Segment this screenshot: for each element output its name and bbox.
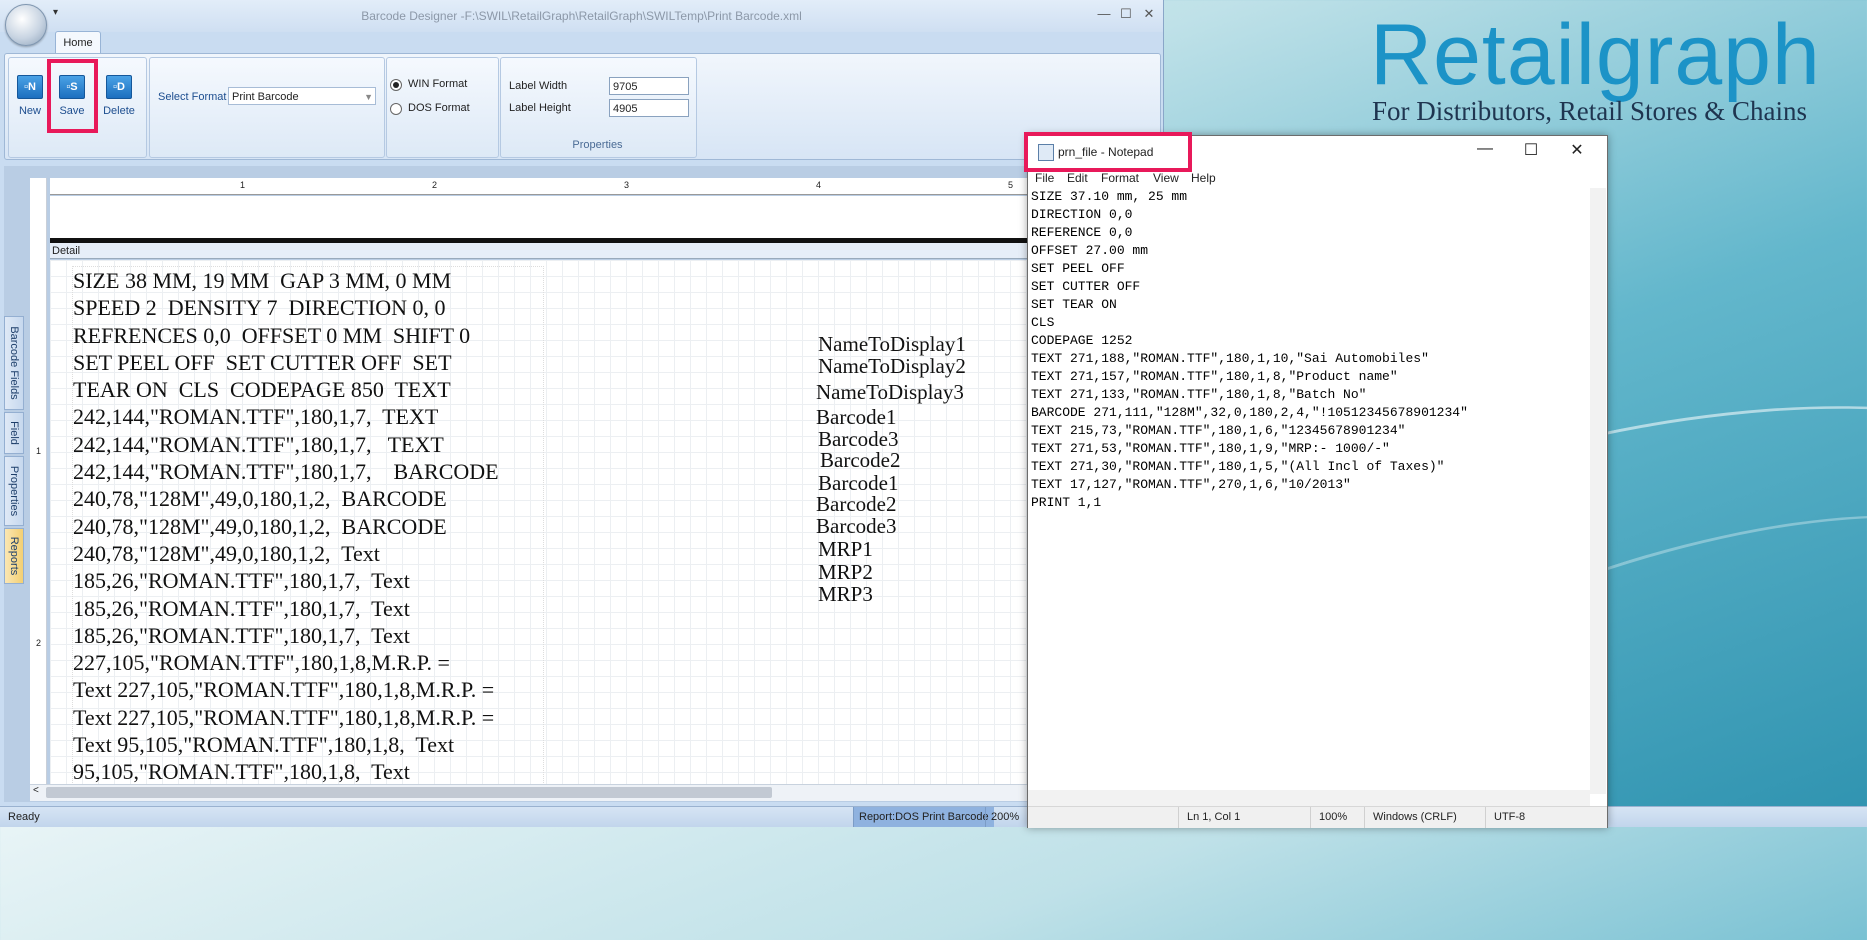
menu-view[interactable]: View — [1153, 171, 1179, 185]
quick-access-toolbar[interactable]: ▾ — [53, 7, 58, 18]
status-ready: Ready — [8, 811, 40, 823]
vruler-number: 2 — [36, 638, 42, 648]
notepad-vertical-scrollbar[interactable] — [1590, 188, 1606, 794]
chevron-down-icon: ▼ — [364, 92, 373, 102]
tab-properties[interactable]: Properties — [4, 456, 24, 526]
delete-icon: ▫D — [106, 75, 132, 99]
field-mrp-3[interactable]: MRP3 — [818, 582, 873, 607]
menu-help[interactable]: Help — [1191, 171, 1216, 185]
scrollbar-thumb[interactable] — [46, 787, 772, 798]
horizontal-scrollbar[interactable]: < — [30, 784, 1160, 801]
field-name-to-display-2[interactable]: NameToDisplay2 — [818, 354, 966, 379]
minimize-button[interactable]: — — [1093, 6, 1115, 21]
tab-barcode-fields[interactable]: Barcode Fields — [4, 316, 24, 410]
notepad-close-button[interactable]: ✕ — [1557, 140, 1597, 160]
detail-band-label[interactable]: Detail — [50, 243, 1160, 259]
win-format-label: WIN Format — [408, 78, 468, 90]
report-canvas[interactable]: SIZE 38 MM, 19 MM GAP 3 MM, 0 MM SPEED 2… — [50, 260, 1160, 784]
notepad-horizontal-scrollbar[interactable] — [1028, 790, 1590, 806]
properties-caption: Properties — [572, 139, 623, 151]
status-line-ending: Windows (CRLF) — [1364, 807, 1457, 828]
status-encoding: UTF-8 — [1485, 807, 1525, 828]
page-header-band — [50, 196, 1160, 245]
win-format-radio[interactable] — [390, 79, 402, 91]
new-icon: ▫N — [17, 75, 43, 99]
maximize-button[interactable]: ☐ — [1115, 6, 1137, 22]
title-bar: Barcode Designer -F:\SWIL\RetailGraph\Re… — [0, 0, 1163, 32]
tab-field[interactable]: Field — [4, 412, 24, 454]
ruler-number: 2 — [432, 180, 438, 190]
label-width-input[interactable]: 9705 — [609, 77, 689, 95]
horizontal-ruler: 1 2 3 4 5 — [50, 178, 1160, 195]
field-barcode-2[interactable]: Barcode2 — [820, 448, 900, 473]
label-width-label: Label Width — [509, 80, 568, 92]
select-format-value: Print Barcode — [232, 91, 299, 103]
ruler-number: 1 — [240, 180, 246, 190]
tab-reports[interactable]: Reports — [4, 528, 24, 584]
printer-command-textbox[interactable]: SIZE 38 MM, 19 MM GAP 3 MM, 0 MM SPEED 2… — [72, 266, 544, 784]
notepad-maximize-button[interactable]: ☐ — [1511, 140, 1551, 160]
menu-format[interactable]: Format — [1101, 171, 1139, 185]
menu-edit[interactable]: Edit — [1067, 171, 1088, 185]
status-report: Report:DOS Print Barcode — [853, 807, 994, 827]
barcode-designer-window: Barcode Designer -F:\SWIL\RetailGraph\Re… — [0, 0, 1164, 826]
scroll-left-icon[interactable]: < — [33, 785, 39, 796]
notepad-minimize-button[interactable]: — — [1465, 140, 1505, 158]
vruler-number: 1 — [36, 446, 42, 456]
status-cursor-position: Ln 1, Col 1 — [1178, 807, 1240, 828]
status-notepad-zoom: 100% — [1310, 807, 1347, 828]
delete-label: Delete — [103, 105, 135, 117]
format-group — [149, 57, 385, 158]
ruler-number: 5 — [1008, 180, 1014, 190]
delete-button[interactable]: ▫D Delete — [99, 72, 139, 117]
select-format-label: Select Format — [158, 91, 227, 103]
ruler-number: 3 — [624, 180, 630, 190]
notepad-status-bar: Ln 1, Col 1 100% Windows (CRLF) UTF-8 — [1028, 806, 1607, 828]
notepad-window: prn_file - Notepad — ☐ ✕ File Edit Forma… — [1027, 135, 1608, 828]
select-format-dropdown[interactable]: Print Barcode ▼ — [228, 87, 376, 105]
dos-format-radio[interactable] — [390, 103, 402, 115]
dos-format-label: DOS Format — [408, 102, 470, 114]
notepad-text-area[interactable]: SIZE 37.10 mm, 25 mm DIRECTION 0,0 REFER… — [1031, 188, 1591, 788]
status-zoom: 200% — [985, 807, 1024, 827]
tab-home[interactable]: Home — [55, 31, 101, 54]
new-label: New — [18, 105, 41, 117]
retailgraph-logo: Retailgraph — [1370, 7, 1821, 103]
close-button[interactable]: ✕ — [1138, 6, 1160, 22]
window-title: Barcode Designer -F:\SWIL\RetailGraph\Re… — [361, 9, 802, 23]
notepad-title-highlight — [1024, 132, 1192, 172]
field-barcode-3b[interactable]: Barcode3 — [816, 514, 896, 539]
menu-file[interactable]: File — [1035, 171, 1054, 185]
save-highlight — [47, 59, 98, 133]
field-mrp-1[interactable]: MRP1 — [818, 537, 873, 562]
application-menu-orb[interactable] — [5, 4, 47, 46]
label-height-input[interactable]: 4905 — [609, 99, 689, 117]
vertical-ruler: 1 2 — [30, 178, 47, 786]
retailgraph-tagline: For Distributors, Retail Stores & Chains — [1372, 96, 1807, 126]
new-button[interactable]: ▫N New — [10, 72, 50, 117]
field-name-to-display-3[interactable]: NameToDisplay3 — [816, 380, 964, 405]
ruler-number: 4 — [816, 180, 822, 190]
label-height-label: Label Height — [509, 102, 571, 114]
